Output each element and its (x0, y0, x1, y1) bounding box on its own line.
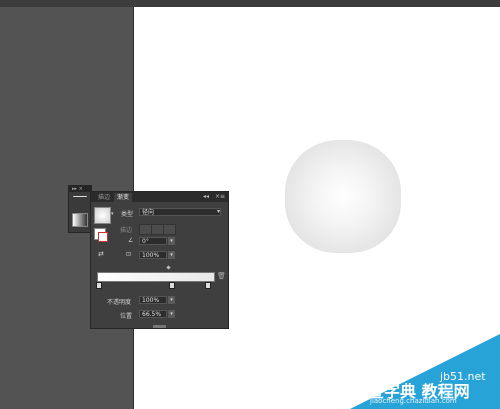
gradient-stop-icon[interactable] (169, 282, 175, 289)
opacity-dropdown[interactable]: ▾ (168, 296, 175, 304)
panel-resize-handle[interactable] (153, 325, 166, 328)
aspect-ratio-dropdown[interactable]: ▾ (168, 251, 175, 259)
gradient-thumbnail-icon[interactable] (94, 207, 111, 224)
panel-menu-icon[interactable]: ≡ (220, 193, 225, 201)
location-field[interactable]: 66.5% (139, 310, 167, 318)
opacity-field[interactable]: 100% (139, 296, 167, 304)
top-bar (0, 0, 500, 7)
stroke-swatch-icon[interactable] (98, 232, 108, 242)
gradient-stop-icon[interactable] (96, 282, 102, 289)
close-panel-icon[interactable]: × (215, 193, 220, 200)
type-select[interactable]: 径向 (139, 208, 221, 216)
aspect-ratio-icon: ⊡ (126, 251, 132, 258)
stroke-option-3-icon[interactable] (163, 224, 176, 235)
trash-icon[interactable]: 🗑 (217, 272, 226, 280)
chevron-down-icon[interactable]: ▾ (111, 211, 114, 217)
chevron-down-icon[interactable]: ▾ (217, 208, 220, 215)
reverse-gradient-icon[interactable]: ⇄ (98, 250, 104, 258)
stroke-label: 描边 (120, 227, 133, 234)
angle-icon: ∠ (128, 237, 134, 244)
angle-field[interactable]: 0° (139, 237, 167, 245)
type-label: 类型 (121, 211, 134, 218)
midpoint-diamond-icon[interactable] (166, 265, 171, 270)
location-label: 位置 (120, 313, 133, 320)
watermark-url: jiaocheng.chazidian.com (370, 397, 457, 405)
tab-gradient[interactable]: 渐变 (114, 193, 133, 202)
gradient-panel-icon[interactable] (72, 213, 88, 227)
angle-dropdown[interactable]: ▾ (168, 237, 175, 245)
opacity-label: 不透明度 (107, 299, 132, 306)
collapse-panel-icon[interactable]: ◂◂ (203, 193, 209, 200)
collapsed-panel-dock: ▸▸ × (68, 185, 92, 233)
location-dropdown[interactable]: ▾ (168, 310, 175, 318)
tab-stroke[interactable]: 描边 (95, 193, 113, 202)
aspect-ratio-field[interactable]: 100% (139, 251, 167, 259)
stroke-panel-icon[interactable] (73, 196, 87, 209)
radial-gradient-shape[interactable] (285, 140, 401, 253)
gradient-stop-icon[interactable] (205, 282, 211, 289)
gradient-slider[interactable] (97, 272, 215, 282)
gradient-panel: 描边 渐变 ≡ ◂◂ × ▾ ⇄ 类型 径向 ▾ 描边 ∠ 0° ▾ ⊡ 100… (90, 191, 229, 329)
dock-header[interactable]: ▸▸ × (69, 186, 91, 192)
